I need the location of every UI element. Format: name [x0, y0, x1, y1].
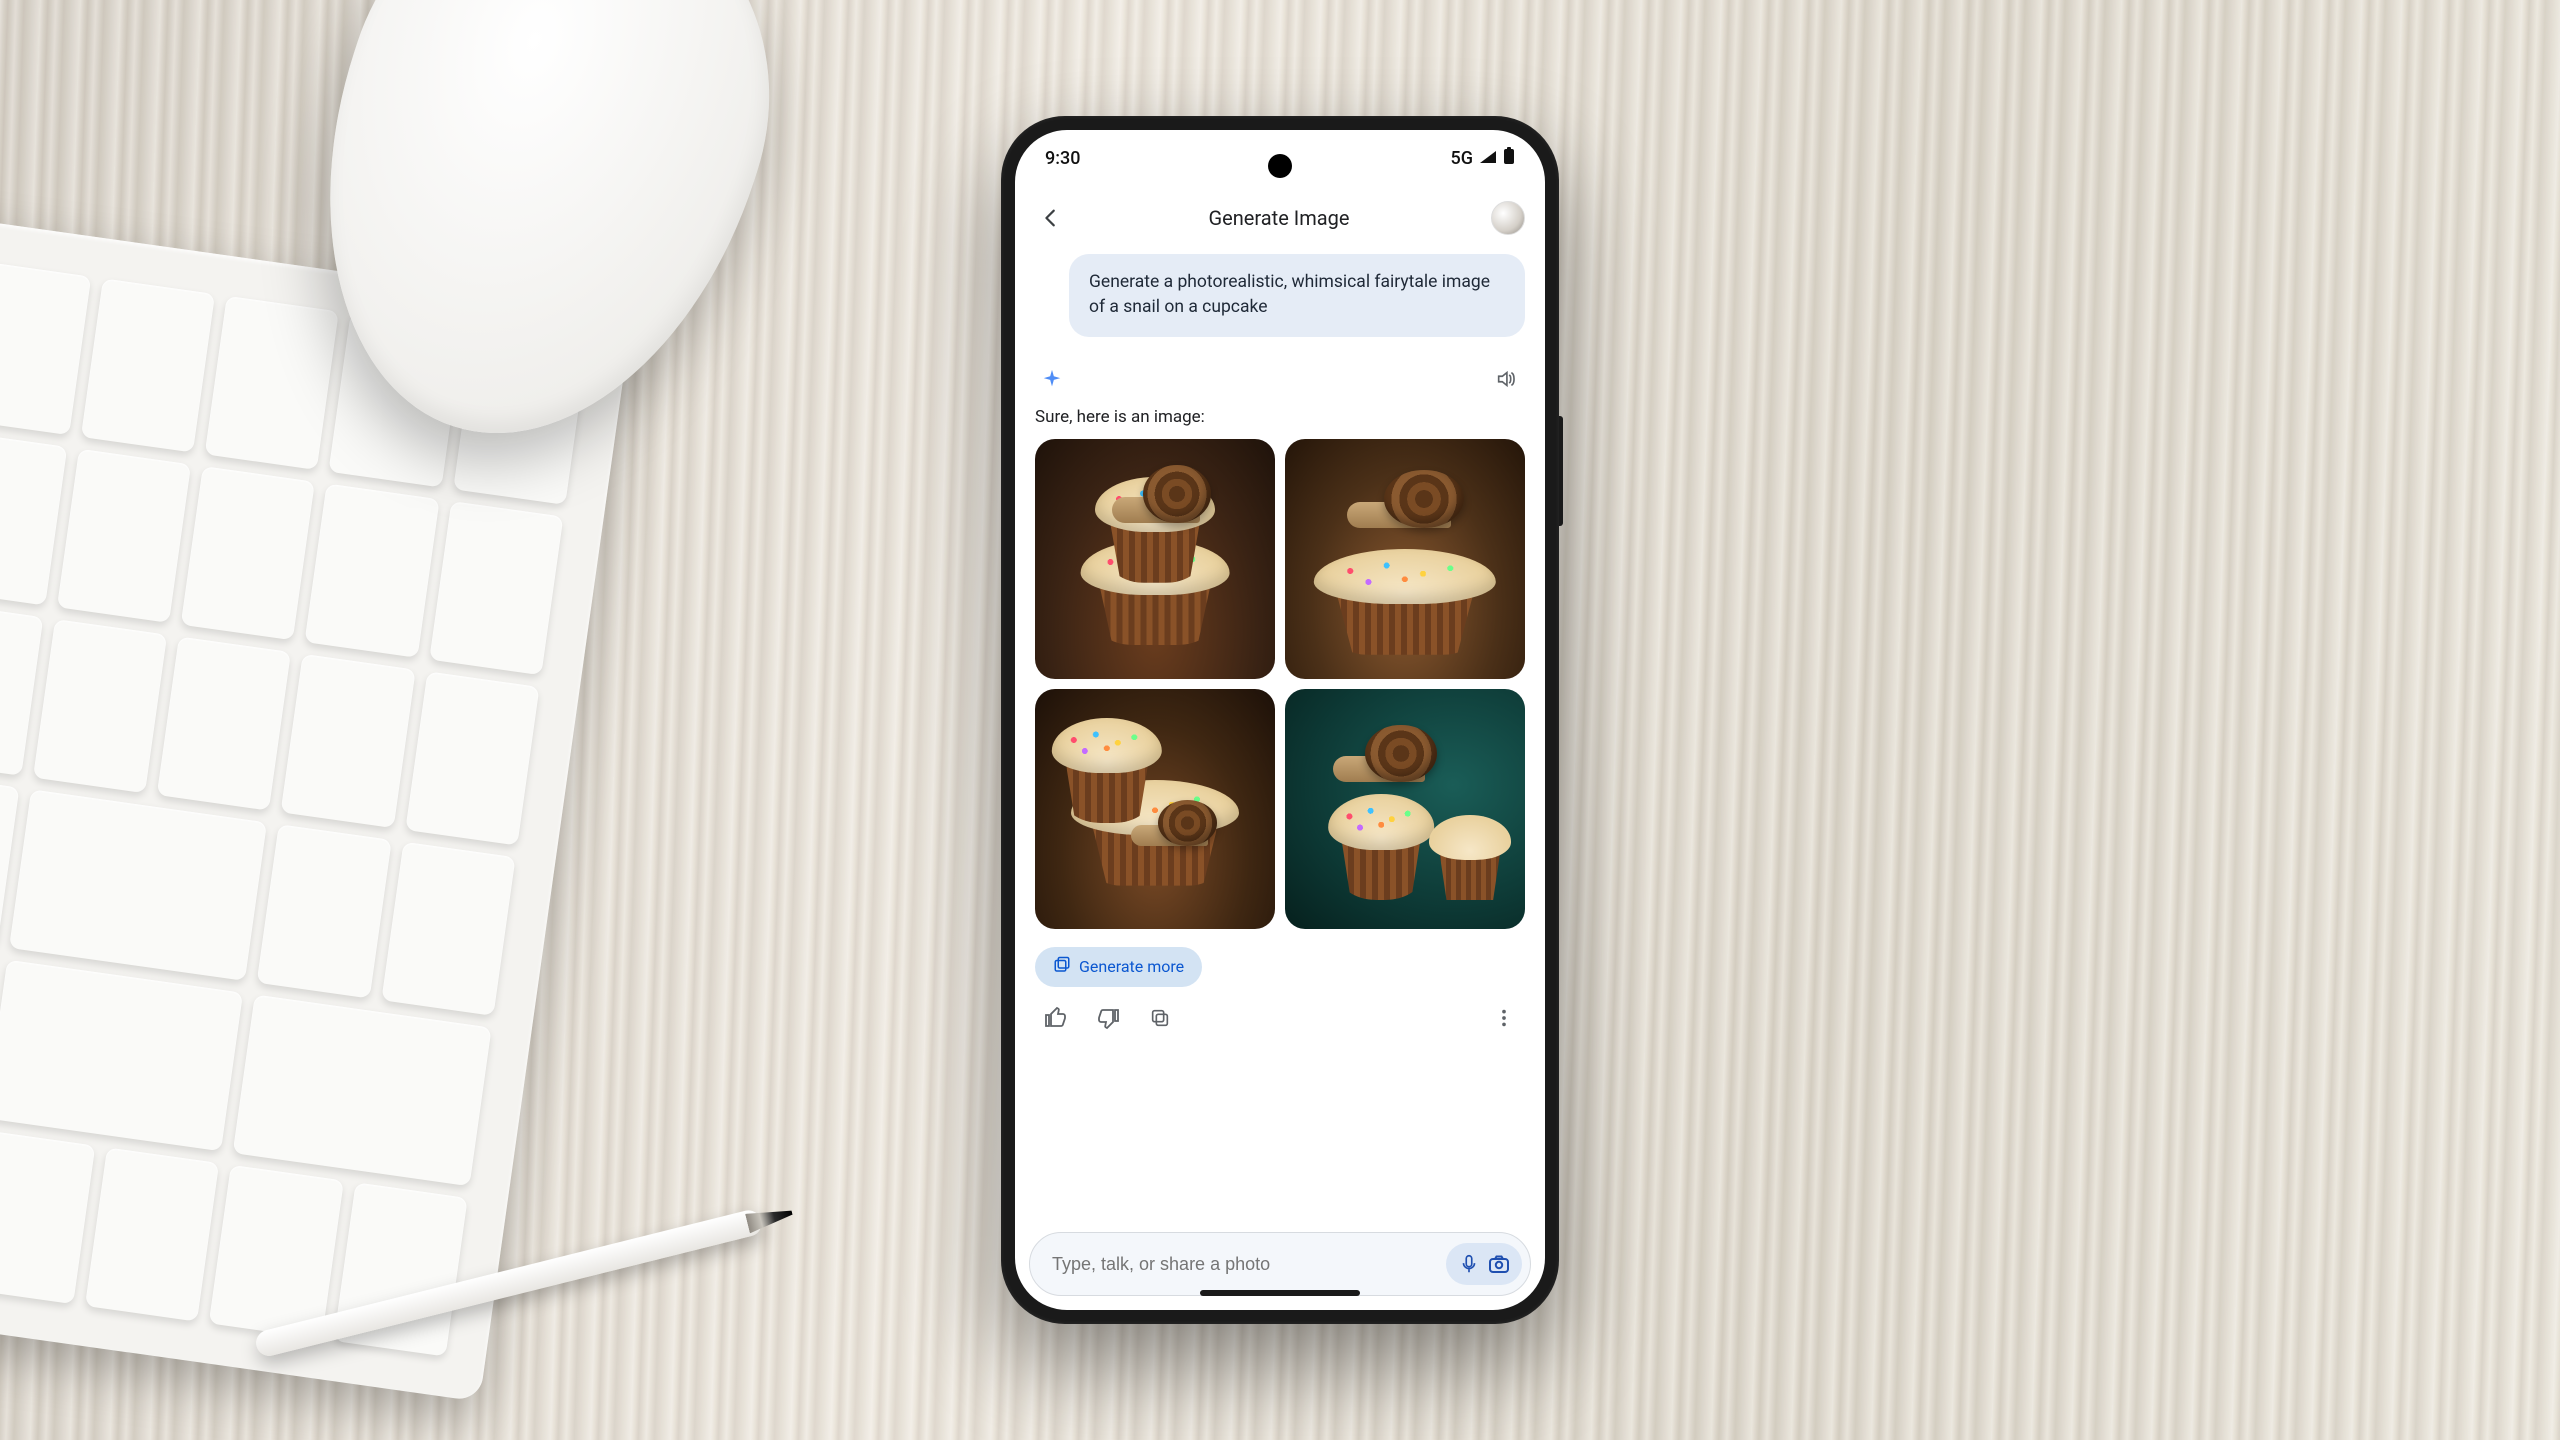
- back-button[interactable]: [1035, 202, 1067, 234]
- prompt-input[interactable]: [1052, 1254, 1436, 1275]
- generated-image[interactable]: [1285, 689, 1525, 929]
- status-time: 9:30: [1045, 148, 1080, 169]
- more-options-button[interactable]: [1491, 1005, 1517, 1031]
- response-actions: [1035, 987, 1525, 1041]
- generate-more-button[interactable]: Generate more: [1035, 947, 1202, 987]
- phone-screen: 9:30 5G Generate Image Generate a photor…: [1015, 130, 1545, 1310]
- thumbs-down-button[interactable]: [1095, 1005, 1121, 1031]
- phone-frame: 9:30 5G Generate Image Generate a photor…: [1001, 116, 1559, 1324]
- input-actions-pill: [1446, 1243, 1522, 1285]
- camera-button[interactable]: [1486, 1251, 1512, 1277]
- chat-area: Generate a photorealistic, whimsical fai…: [1015, 250, 1545, 1224]
- app-header: Generate Image: [1015, 186, 1545, 250]
- thumbs-up-button[interactable]: [1043, 1005, 1069, 1031]
- generated-image[interactable]: [1285, 439, 1525, 679]
- generated-image[interactable]: [1035, 689, 1275, 929]
- sparkle-icon: [1041, 368, 1063, 390]
- page-title: Generate Image: [1083, 206, 1475, 230]
- profile-avatar[interactable]: [1491, 201, 1525, 235]
- generated-image-grid: [1035, 439, 1525, 929]
- copy-button[interactable]: [1147, 1005, 1173, 1031]
- input-bar-container: [1015, 1224, 1545, 1310]
- signal-icon: [1479, 148, 1497, 169]
- generate-more-label: Generate more: [1079, 957, 1184, 976]
- generated-image[interactable]: [1035, 439, 1275, 679]
- speaker-icon[interactable]: [1493, 366, 1519, 392]
- response-caption: Sure, here is an image:: [1035, 407, 1525, 427]
- gesture-nav-bar[interactable]: [1200, 1290, 1360, 1296]
- image-stack-icon: [1053, 956, 1071, 978]
- user-message: Generate a photorealistic, whimsical fai…: [1069, 254, 1525, 337]
- response-header: [1035, 361, 1525, 397]
- battery-icon: [1503, 147, 1515, 170]
- microphone-button[interactable]: [1456, 1251, 1482, 1277]
- status-network: 5G: [1451, 148, 1474, 169]
- input-bar[interactable]: [1029, 1232, 1531, 1296]
- camera-punch-hole: [1268, 154, 1292, 178]
